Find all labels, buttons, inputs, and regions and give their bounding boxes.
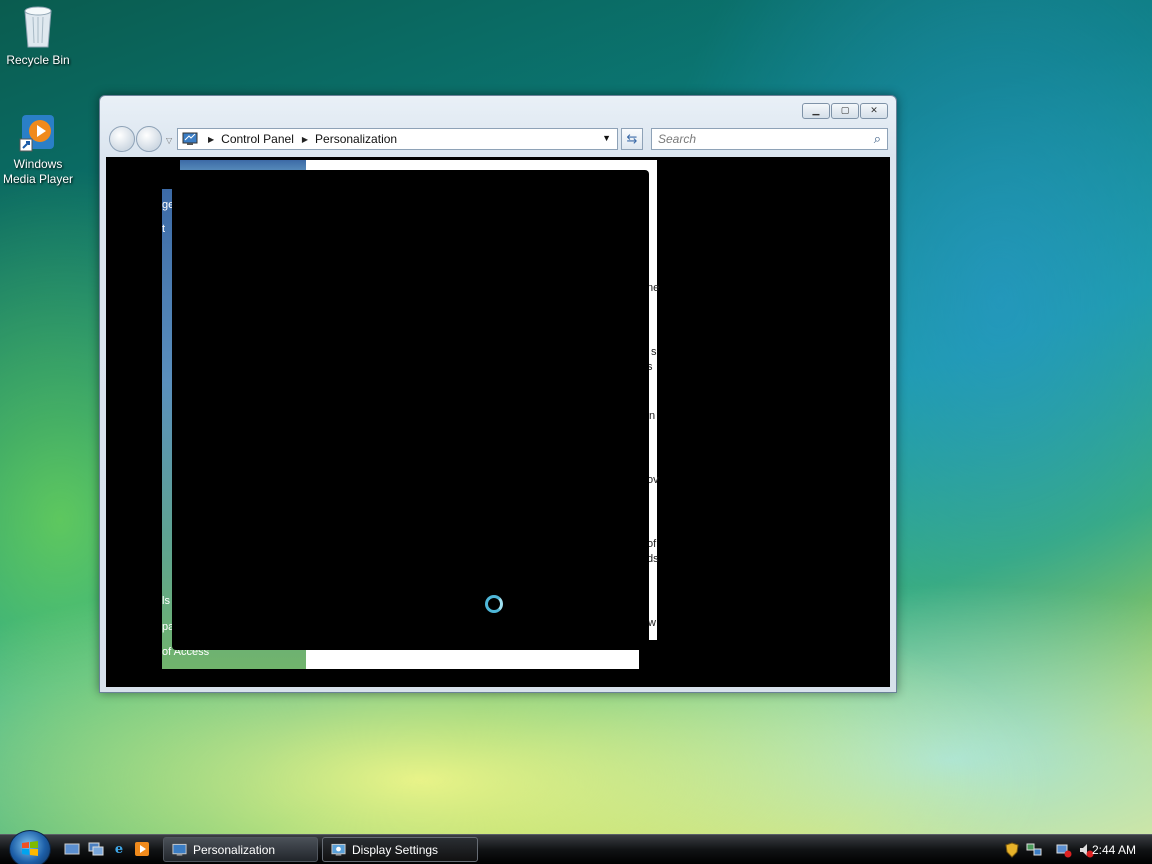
ghost-text-fragment: t [162, 223, 166, 235]
network-disconnected-icon[interactable] [1056, 842, 1072, 858]
show-desktop-icon[interactable] [64, 841, 80, 857]
search-box[interactable]: ⌕ [651, 128, 888, 150]
minimize-button[interactable]: ▁ [802, 103, 830, 119]
ghost-text-fragment: ls [162, 595, 170, 607]
breadcrumb-item-personalization[interactable]: Personalization [315, 132, 397, 146]
back-button[interactable] [109, 126, 135, 152]
windows-logo-icon [22, 841, 38, 856]
maximize-button[interactable]: ▢ [831, 103, 859, 119]
display-settings-dialog [172, 170, 649, 650]
close-button[interactable]: ✕ [860, 103, 888, 119]
window-controls: ▁ ▢ ✕ [802, 103, 888, 119]
network-status-icon[interactable] [1026, 842, 1042, 858]
desktop-icon-recycle-bin[interactable]: Recycle Bin [0, 3, 76, 68]
maximize-icon: ▢ [840, 106, 850, 116]
chevron-down-icon: ▽ [166, 136, 173, 145]
close-icon: ✕ [870, 106, 878, 116]
search-input[interactable] [658, 132, 858, 146]
media-player-icon[interactable] [134, 841, 150, 857]
breadcrumb-separator-icon: ▶ [208, 134, 215, 144]
content-area: ge t ls pa of Access ne s s n ov of ds w [106, 157, 890, 687]
control-panel-icon [182, 132, 198, 145]
personalization-window: ▁ ▢ ✕ ▽ ▶ Control Panel ▶ Personalizatio… [99, 95, 897, 693]
address-dropdown-icon[interactable]: ▼ [602, 133, 611, 143]
refresh-icon: ⇆ [626, 131, 638, 147]
ghost-text-fragment: s [651, 346, 657, 358]
start-button[interactable] [9, 830, 51, 864]
desktop-icon-label: Recycle Bin [6, 53, 70, 67]
ghost-text-fragment: w [648, 617, 656, 629]
control-panel-icon [172, 843, 187, 856]
forward-button[interactable] [136, 126, 162, 152]
ghost-text-fragment: n [649, 410, 656, 422]
media-player-icon [19, 115, 54, 152]
taskbar-item-label: Display Settings [352, 842, 439, 857]
taskbar-item-personalization[interactable]: Personalization [163, 837, 318, 862]
refresh-button[interactable]: ⇆ [621, 128, 643, 150]
switch-windows-icon[interactable] [88, 841, 104, 857]
desktop-icon-windows-media-player[interactable]: Windows Media Player [0, 113, 76, 187]
breadcrumb-item-control-panel[interactable]: Control Panel [221, 132, 294, 146]
display-settings-icon [331, 843, 346, 856]
desktop-icon-label: Windows Media Player [2, 157, 74, 186]
security-shield-icon[interactable] [1004, 842, 1020, 858]
loading-spinner-icon [485, 595, 503, 613]
search-icon[interactable]: ⌕ [874, 131, 881, 147]
internet-explorer-icon[interactable]: e [111, 841, 127, 857]
minimize-icon: ▁ [812, 106, 820, 116]
address-bar[interactable]: ▶ Control Panel ▶ Personalization ▼ [177, 128, 618, 150]
taskbar-item-label: Personalization [193, 842, 276, 857]
taskbar-clock[interactable]: 2:44 AM [1092, 843, 1136, 857]
recycle-bin-icon [24, 6, 52, 48]
taskbar-item-display-settings[interactable]: Display Settings [322, 837, 478, 862]
recent-pages-dropdown[interactable]: ▽ [166, 136, 172, 145]
breadcrumb-separator-icon: ▶ [301, 134, 309, 144]
